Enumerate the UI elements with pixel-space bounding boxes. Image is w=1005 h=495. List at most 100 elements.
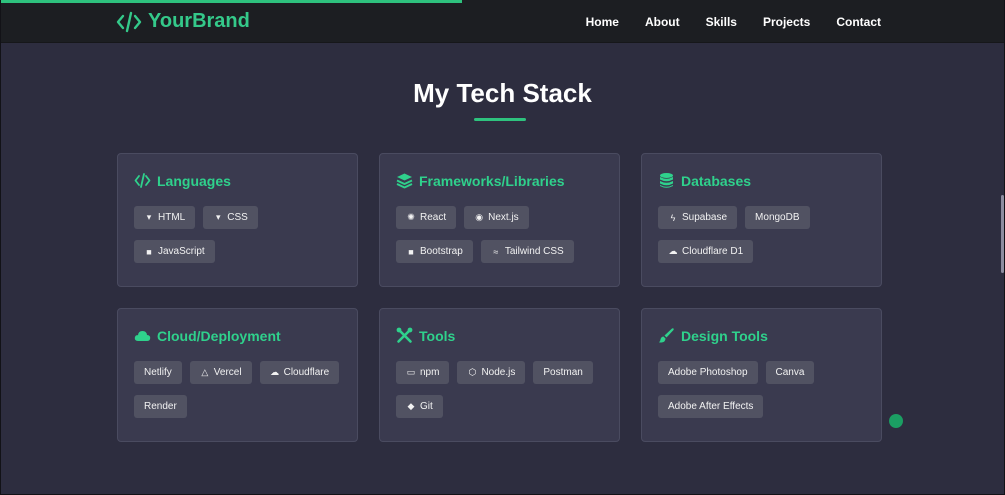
bolt-icon: ϟ <box>670 212 676 223</box>
card-title: Design Tools <box>681 327 768 344</box>
code-icon <box>134 172 151 189</box>
tailwind-icon: ≈ <box>493 246 499 257</box>
nextjs-icon: ◉ <box>475 212 484 222</box>
floating-dot-button[interactable] <box>889 414 903 428</box>
chip-label: CSS <box>227 212 248 223</box>
chip-nodejs: ⬡ Node.js <box>457 361 526 384</box>
chip-list: Adobe Photoshop Canva Adobe After Effect… <box>658 361 865 418</box>
nav-contact[interactable]: Contact <box>836 15 881 29</box>
cloud-icon: ☁ <box>270 367 280 377</box>
chip-supabase: ϟ Supabase <box>658 206 738 229</box>
chip-canva: Canva <box>765 361 815 384</box>
chip-list: ▾ HTML ▾ CSS ■ JavaScript <box>134 206 341 263</box>
brush-icon <box>658 327 675 344</box>
chip-nextjs: ◉ Next.js <box>464 206 529 229</box>
chip-label: Supabase <box>682 212 728 223</box>
chip-git: ◆ Git <box>396 395 443 418</box>
card-header: Languages <box>134 172 341 189</box>
card-title: Cloud/Deployment <box>157 327 281 344</box>
card-title: Frameworks/Libraries <box>419 172 565 189</box>
chip-label: Cloudflare D1 <box>682 246 744 257</box>
chip-label: JavaScript <box>158 246 205 257</box>
chip-label: Git <box>420 401 433 412</box>
scrollbar-thumb[interactable] <box>1001 195 1004 273</box>
html5-icon: ▾ <box>146 212 152 222</box>
chip-vercel: △ Vercel <box>189 361 252 384</box>
chip-label: Canva <box>775 367 805 378</box>
chip-list: ▭ npm ⬡ Node.js Postman ◆ Git <box>396 361 603 418</box>
chip-list: Netlify △ Vercel ☁ Cloudflare Render <box>134 361 341 418</box>
chip-label: Netlify <box>144 367 172 378</box>
chip-tailwind: ≈ Tailwind CSS <box>480 240 574 263</box>
nav-projects[interactable]: Projects <box>763 15 810 29</box>
chip-after-effects: Adobe After Effects <box>658 395 764 418</box>
js-icon: ■ <box>146 246 152 257</box>
chip-label: npm <box>420 367 440 378</box>
card-title: Tools <box>419 327 456 344</box>
chip-label: Cloudflare <box>283 367 330 378</box>
chip-list: ✺ React ◉ Next.js ■ Bootstrap ≈ Tailwind CSS <box>396 206 603 263</box>
chip-label: Postman <box>543 367 583 378</box>
chip-photoshop: Adobe Photoshop <box>658 361 758 384</box>
chip-npm: ▭ npm <box>396 361 450 384</box>
git-icon: ◆ <box>407 401 415 411</box>
card-header: Frameworks/Libraries <box>396 172 603 189</box>
navbar: YourBrand Home About Skills Projects Con… <box>1 0 1004 43</box>
chip-react: ✺ React <box>396 206 457 229</box>
database-icon <box>658 172 675 189</box>
card-header: Design Tools <box>658 327 865 344</box>
chip-label: Vercel <box>213 367 242 378</box>
chip-label: Render <box>144 401 177 412</box>
card-title: Languages <box>157 172 231 189</box>
card-databases: Databases ϟ Supabase MongoDB ☁ Cloudflare … <box>641 153 882 287</box>
scroll-progress-bar <box>1 0 463 3</box>
chip-label: Bootstrap <box>420 246 463 257</box>
card-languages: Languages ▾ HTML ▾ CSS ■ JavaScript <box>117 153 358 287</box>
chip-label: Adobe After Effects <box>668 401 754 412</box>
nav-about[interactable]: About <box>645 15 680 29</box>
chip-label: Tailwind CSS <box>504 246 564 257</box>
nodejs-icon: ⬡ <box>468 367 477 377</box>
section-title: My Tech Stack <box>413 78 592 108</box>
chip-cloudflare-d1: ☁ Cloudflare D1 <box>658 240 754 263</box>
chip-cloudflare: ☁ Cloudflare <box>259 361 340 384</box>
chip-bootstrap: ■ Bootstrap <box>396 240 473 263</box>
card-header: Databases <box>658 172 865 189</box>
nav-home[interactable]: Home <box>586 15 619 29</box>
chip-netlify: Netlify <box>134 361 182 384</box>
chip-label: React <box>420 212 447 223</box>
cloud-icon: ☁ <box>668 246 678 256</box>
card-header: Tools <box>396 327 603 344</box>
page: YourBrand Home About Skills Projects Con… <box>0 0 1005 495</box>
main-nav: Home About Skills Projects Contact <box>586 15 881 29</box>
chip-label: Node.js <box>481 367 516 378</box>
chip-postman: Postman <box>533 361 593 384</box>
chip-label: Next.js <box>488 212 519 223</box>
brand-logo[interactable]: YourBrand <box>116 10 250 33</box>
chip-list: ϟ Supabase MongoDB ☁ Cloudflare D1 <box>658 206 865 263</box>
chip-render: Render <box>134 395 187 418</box>
layers-icon <box>396 172 413 189</box>
react-icon: ✺ <box>407 212 415 222</box>
chip-javascript: ■ JavaScript <box>134 240 215 263</box>
card-frameworks: Frameworks/Libraries ✺ React ◉ Next.js ■ Bo… <box>379 153 620 287</box>
npm-icon: ▭ <box>406 367 416 377</box>
code-icon <box>116 11 142 32</box>
chip-label: Adobe Photoshop <box>668 367 748 378</box>
brand-name: YourBrand <box>148 10 250 32</box>
chip-mongodb: MongoDB <box>745 206 810 229</box>
cloud-icon <box>134 327 151 344</box>
chip-label: HTML <box>158 212 186 223</box>
card-header: Cloud/Deployment <box>134 327 341 344</box>
chip-label: MongoDB <box>755 212 800 223</box>
card-tools: Tools ▭ npm ⬡ Node.js Postman ◆ Git <box>379 308 620 442</box>
card-cloud-deployment: Cloud/Deployment Netlify △ Vercel ☁ Cloudf… <box>117 308 358 442</box>
chip-html: ▾ HTML <box>134 206 196 229</box>
nav-skills[interactable]: Skills <box>706 15 737 29</box>
bootstrap-icon: ■ <box>408 246 414 257</box>
tools-icon <box>396 327 413 344</box>
card-title: Databases <box>681 172 752 189</box>
title-underline <box>474 118 526 121</box>
css3-icon: ▾ <box>215 212 221 222</box>
triangle-icon: △ <box>201 367 209 377</box>
